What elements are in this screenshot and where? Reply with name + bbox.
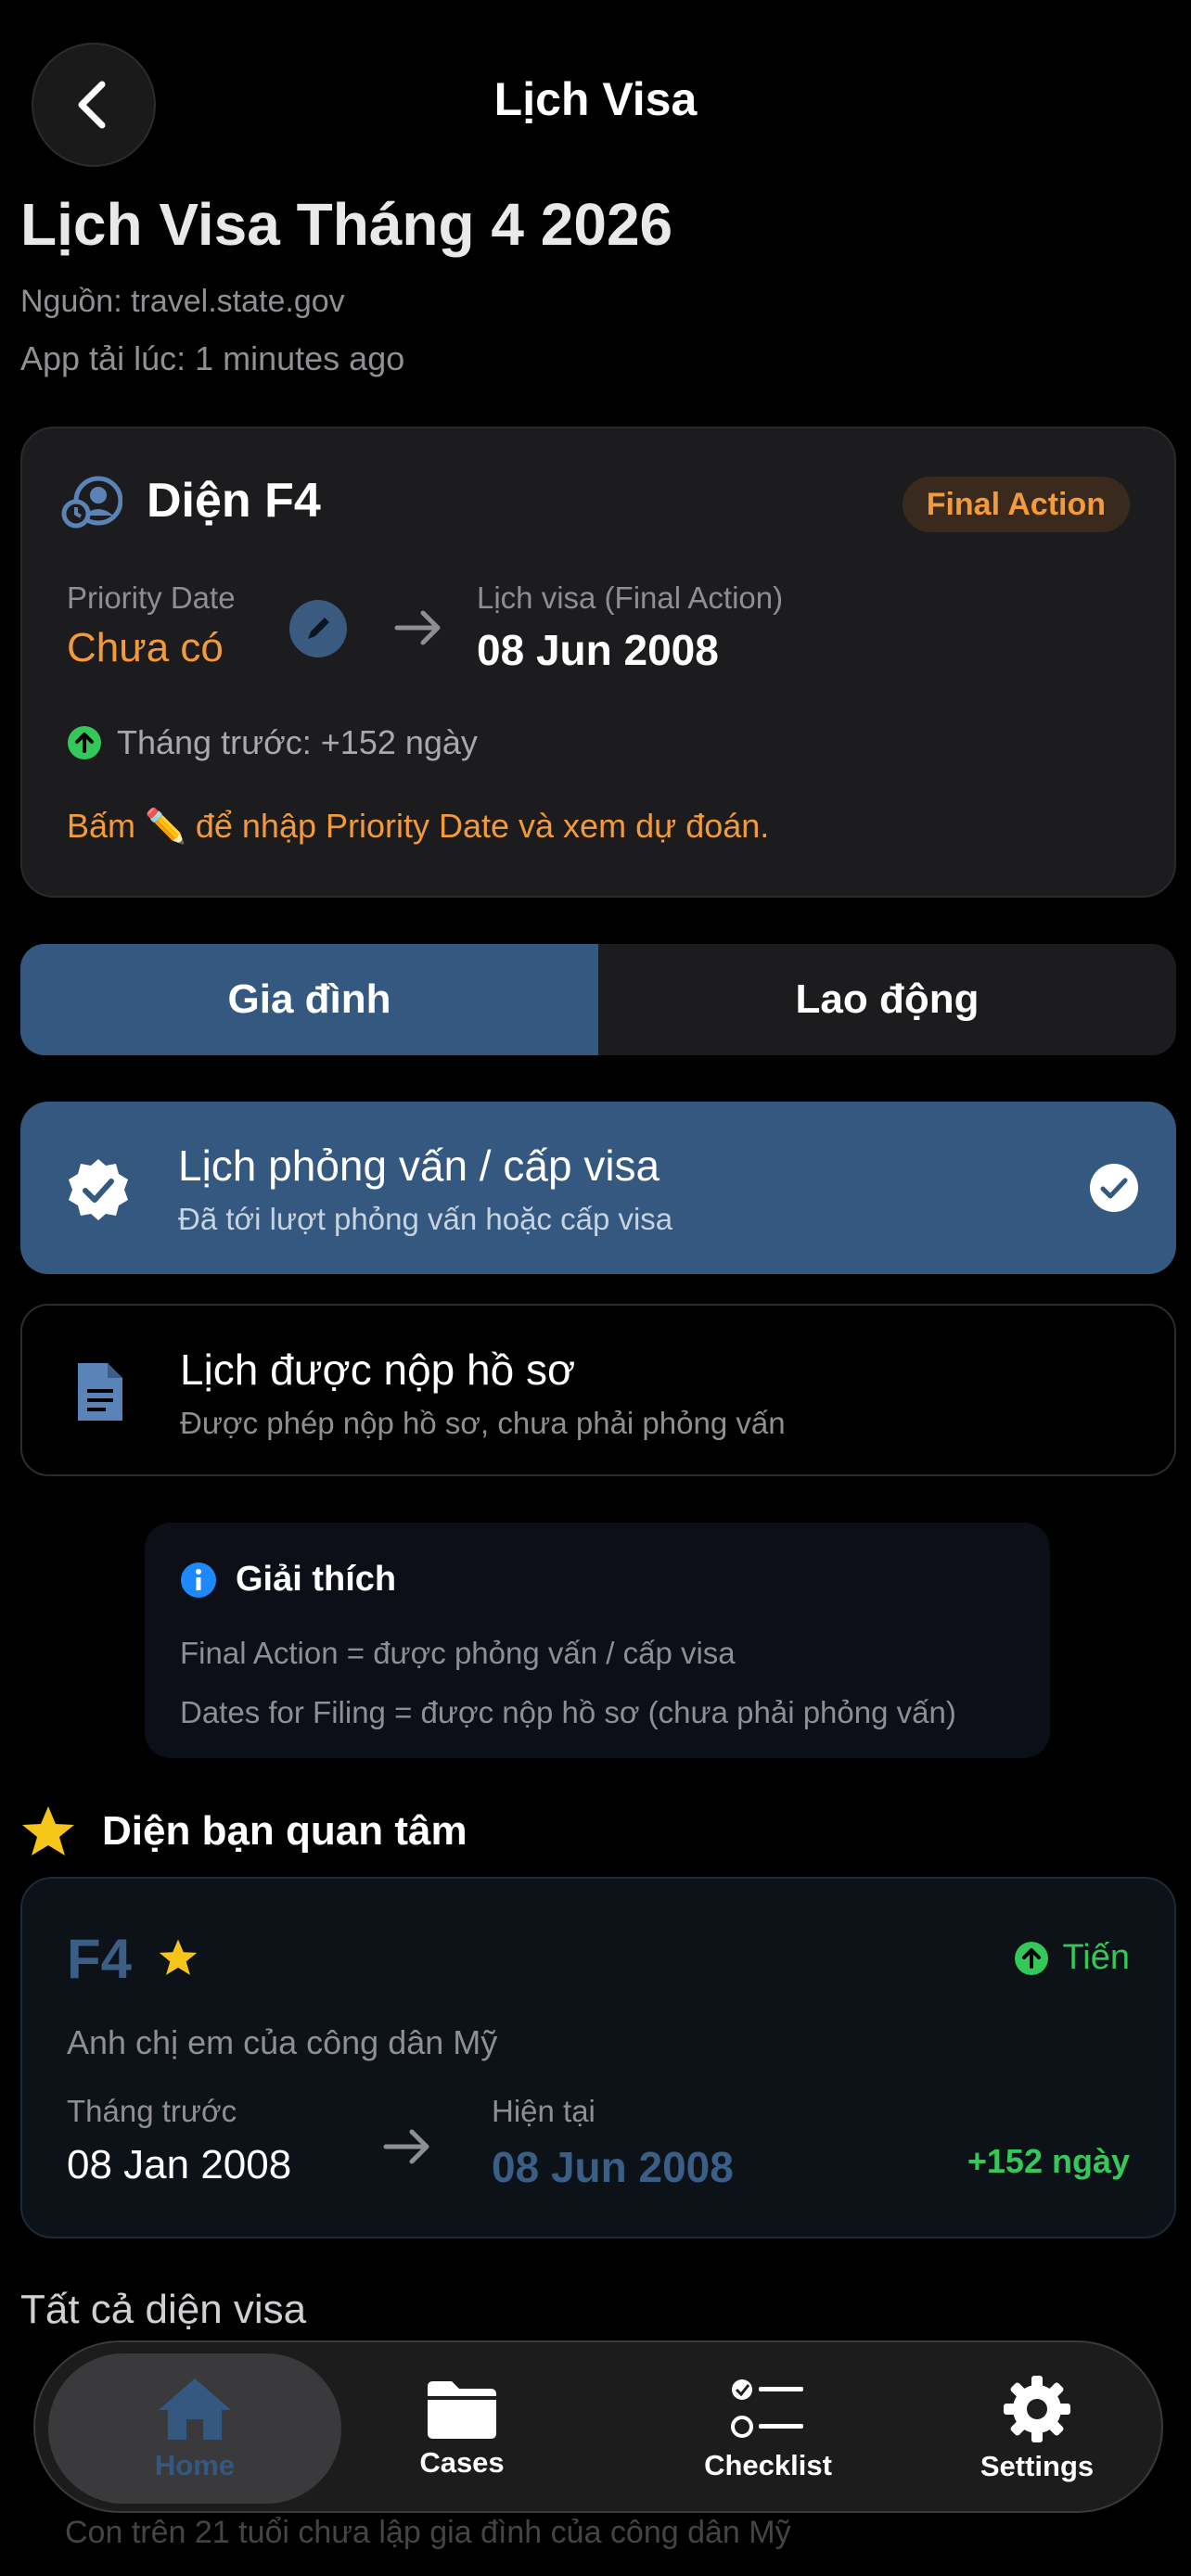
- category-name: Diện F4: [147, 474, 321, 528]
- checklist-icon: [731, 2379, 803, 2438]
- tab-label: Cases: [419, 2446, 505, 2479]
- option-subtitle: Được phép nộp hồ sơ, chưa phải phỏng vấn: [180, 1406, 786, 1440]
- category-description: Anh chị em của công dân Mỹ: [67, 2023, 498, 2061]
- favorite-star-icon[interactable]: [158, 1938, 198, 1982]
- explanation-box: Giải thích Final Action = được phỏng vấn…: [145, 1523, 1050, 1758]
- final-action-date: 08 Jun 2008: [477, 626, 719, 674]
- arrow-up-circle-icon: [1015, 1941, 1049, 1975]
- all-categories-header: Tất cả diện visa: [20, 2287, 307, 2332]
- folder-icon: [428, 2381, 496, 2439]
- option-title: Lịch phỏng vấn / cấp visa: [178, 1141, 660, 1190]
- nav-title: Lịch Visa: [493, 73, 698, 125]
- current-label: Hiện tại: [492, 2094, 596, 2128]
- arrow-right-icon: [391, 605, 445, 656]
- hint-text: Bấm ✏️ để nhập Priority Date và xem dự đ…: [67, 807, 770, 845]
- tab-home[interactable]: Home: [48, 2353, 341, 2504]
- arrow-up-circle-icon: [68, 726, 101, 759]
- category-segment: Gia đình Lao động: [20, 944, 1176, 1055]
- day-difference: +152 ngày: [967, 2142, 1130, 2180]
- page-title: Lịch Visa Tháng 4 2026: [20, 191, 673, 258]
- check-circle-icon: [1089, 1163, 1139, 1218]
- tab-checklist[interactable]: Checklist: [629, 2353, 907, 2504]
- info-icon: [181, 1562, 216, 1598]
- tab-settings[interactable]: Settings: [916, 2353, 1158, 2504]
- edit-priority-button[interactable]: [289, 600, 347, 657]
- gear-icon: [1004, 2376, 1070, 2442]
- option-final-action[interactable]: Lịch phỏng vấn / cấp visa Đã tới lượt ph…: [20, 1102, 1176, 1274]
- tab-label: Home: [154, 2449, 236, 2481]
- source-text: Nguồn: travel.state.gov: [20, 284, 345, 319]
- trend-indicator: Tiến: [1014, 1938, 1130, 1978]
- explanation-title: Giải thích: [236, 1560, 397, 1599]
- peek-category-description: Con trên 21 tuổi chưa lập gia đình của c…: [65, 2515, 791, 2550]
- prev-month-row: Tháng trước: +152 ngày: [67, 723, 478, 762]
- current-date: 08 Jun 2008: [492, 2143, 734, 2191]
- arrow-right-icon: [380, 2123, 434, 2174]
- star-icon: [22, 1806, 74, 1855]
- option-dates-for-filing[interactable]: Lịch được nộp hồ sơ Được phép nộp hồ sơ,…: [20, 1304, 1176, 1476]
- verified-badge-icon: [65, 1157, 132, 1229]
- user-clock-icon: [61, 473, 123, 533]
- priority-date-label: Priority Date: [67, 580, 236, 615]
- tab-label: Settings: [980, 2450, 1095, 2482]
- category-code: F4: [67, 1928, 133, 1990]
- tab-cases[interactable]: Cases: [360, 2353, 564, 2504]
- document-icon: [74, 1359, 126, 1429]
- final-action-label: Lịch visa (Final Action): [477, 580, 784, 615]
- favorites-header: Diện bạn quan tâm: [20, 1804, 467, 1858]
- favorites-title: Diện bạn quan tâm: [102, 1808, 467, 1854]
- option-subtitle: Đã tới lượt phỏng vấn hoặc cấp visa: [178, 1202, 673, 1236]
- fetched-text: App tải lúc: 1 minutes ago: [20, 339, 405, 377]
- favorite-card-f4[interactable]: F4 Tiến Anh chị em của công dân Mỹ Tháng…: [20, 1877, 1176, 2238]
- summary-card: Diện F4 Final Action Priority Date Chưa …: [20, 427, 1176, 898]
- explanation-line-1: Final Action = được phỏng vấn / cấp visa: [180, 1636, 736, 1670]
- tab-label: Checklist: [704, 2449, 832, 2481]
- option-title: Lịch được nộp hồ sơ: [180, 1345, 576, 1394]
- explanation-header: Giải thích: [180, 1560, 396, 1600]
- segment-employment[interactable]: Lao động: [598, 944, 1176, 1055]
- segment-family[interactable]: Gia đình: [20, 944, 598, 1055]
- prev-month-date: 08 Jan 2008: [67, 2142, 292, 2187]
- trend-label: Tiến: [1062, 1938, 1130, 1977]
- tab-bar: Home Cases Checklist Settings: [33, 2340, 1163, 2513]
- top-bar: Lịch Visa: [0, 0, 1191, 209]
- pencil-icon: [308, 618, 329, 639]
- house-icon: [159, 2378, 231, 2440]
- priority-date-value: Chưa có: [67, 625, 224, 670]
- explanation-line-2: Dates for Filing = được nộp hồ sơ (chưa …: [180, 1695, 956, 1729]
- prev-month-label: Tháng trước: [67, 2094, 237, 2128]
- final-action-badge: Final Action: [902, 477, 1130, 532]
- prev-month-text: Tháng trước: +152 ngày: [117, 723, 478, 761]
